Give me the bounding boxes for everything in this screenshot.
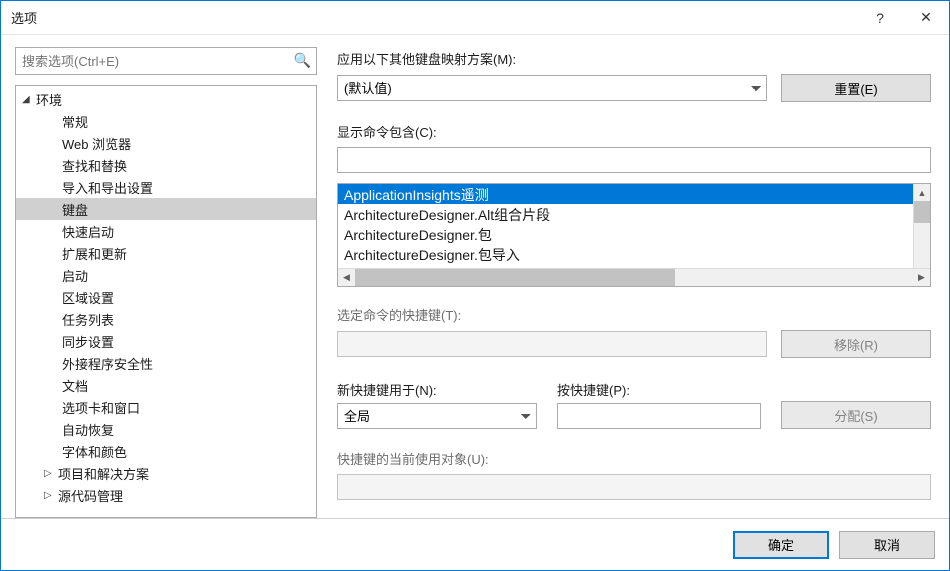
category-tree[interactable]: ◢环境常规Web 浏览器查找和替换导入和导出设置键盘快速启动扩展和更新启动区域设…: [15, 85, 317, 518]
tree-node[interactable]: ▷源代码管理: [16, 484, 316, 506]
current-use-select: [337, 474, 931, 500]
ok-button[interactable]: 确定: [733, 531, 829, 559]
new-shortcut-label: 新快捷键用于(N):: [337, 380, 537, 399]
tree-node[interactable]: 任务列表: [16, 308, 316, 330]
cancel-button[interactable]: 取消: [839, 531, 935, 559]
tree-node[interactable]: 字体和颜色: [16, 440, 316, 462]
tree-node[interactable]: Web 浏览器: [16, 132, 316, 154]
options-dialog: 选项 ? ✕ 🔍 ◢环境常规Web 浏览器查找和替换导入和导出设置键盘快速启动扩…: [0, 0, 950, 571]
tree-label: 字体和颜色: [62, 442, 127, 461]
tree-label: 快速启动: [62, 222, 114, 241]
tree-label: 文档: [62, 376, 88, 395]
tree-node[interactable]: 外接程序安全性: [16, 352, 316, 374]
tree-node[interactable]: 同步设置: [16, 330, 316, 352]
tree-label: 源代码管理: [58, 486, 123, 505]
tree-label: 自动恢复: [62, 420, 114, 439]
help-icon[interactable]: ?: [857, 1, 903, 35]
window-title: 选项: [11, 8, 857, 27]
tree-node[interactable]: 文档: [16, 374, 316, 396]
selected-shortcut-label: 选定命令的快捷键(T):: [337, 305, 931, 324]
tree-label: 环境: [36, 90, 62, 109]
tree-node[interactable]: 快速启动: [16, 220, 316, 242]
tree-node[interactable]: 选项卡和窗口: [16, 396, 316, 418]
tree-label: 同步设置: [62, 332, 114, 351]
list-scrollbar-h[interactable]: ◀ ▶: [338, 268, 930, 286]
press-key-input[interactable]: [557, 403, 761, 429]
mapping-select[interactable]: (默认值): [337, 75, 767, 101]
tree-node[interactable]: 查找和替换: [16, 154, 316, 176]
list-scrollbar-v[interactable]: ▲: [913, 184, 930, 268]
tree-label: Web 浏览器: [62, 134, 131, 153]
scroll-thumb-h[interactable]: [355, 269, 675, 286]
scroll-left-icon[interactable]: ◀: [338, 272, 355, 283]
tree-node[interactable]: 自动恢复: [16, 418, 316, 440]
tree-label: 常规: [62, 112, 88, 131]
tree-node[interactable]: 常规: [16, 110, 316, 132]
search-input[interactable]: [15, 47, 317, 75]
reset-button[interactable]: 重置(E): [781, 74, 931, 102]
tree-label: 任务列表: [62, 310, 114, 329]
tree-node[interactable]: 键盘: [16, 198, 316, 220]
tree-label: 外接程序安全性: [62, 354, 153, 373]
scroll-right-icon[interactable]: ▶: [913, 272, 930, 283]
titlebar: 选项 ? ✕: [1, 1, 949, 35]
dialog-footer: 确定 取消: [1, 518, 949, 570]
mapping-label: 应用以下其他键盘映射方案(M):: [337, 49, 931, 68]
list-item[interactable]: ArchitectureDesigner.包: [338, 224, 930, 244]
tree-label: 项目和解决方案: [58, 464, 149, 483]
new-shortcut-scope[interactable]: 全局: [337, 403, 537, 429]
tree-node[interactable]: 导入和导出设置: [16, 176, 316, 198]
chevron-down-icon: ◢: [22, 94, 36, 105]
list-item[interactable]: ArchitectureDesigner.Alt组合片段: [338, 204, 930, 224]
show-commands-label: 显示命令包含(C):: [337, 122, 931, 141]
tree-label: 区域设置: [62, 288, 114, 307]
tree-label: 选项卡和窗口: [62, 398, 140, 417]
selected-shortcut-select: [337, 331, 767, 357]
tree-label: 查找和替换: [62, 156, 127, 175]
tree-label: 扩展和更新: [62, 244, 127, 263]
scroll-up-icon[interactable]: ▲: [914, 184, 930, 201]
tree-label: 导入和导出设置: [62, 178, 153, 197]
scroll-thumb-v[interactable]: [914, 201, 930, 223]
tree-node[interactable]: 扩展和更新: [16, 242, 316, 264]
tree-node[interactable]: ▷项目和解决方案: [16, 462, 316, 484]
current-use-label: 快捷键的当前使用对象(U):: [337, 449, 931, 468]
press-key-label: 按快捷键(P):: [557, 380, 761, 399]
remove-button: 移除(R): [781, 330, 931, 358]
list-item[interactable]: ApplicationInsights遥测: [338, 184, 930, 204]
chevron-right-icon: ▷: [44, 468, 58, 479]
assign-button: 分配(S): [781, 401, 931, 429]
tree-node[interactable]: 区域设置: [16, 286, 316, 308]
list-item[interactable]: ArchitectureDesigner.包导入: [338, 244, 930, 264]
command-list[interactable]: ApplicationInsights遥测ArchitectureDesigne…: [337, 183, 931, 287]
tree-label: 键盘: [62, 200, 88, 219]
tree-node[interactable]: 启动: [16, 264, 316, 286]
show-commands-input[interactable]: [337, 147, 931, 173]
tree-label: 启动: [62, 266, 88, 285]
close-icon[interactable]: ✕: [903, 1, 949, 35]
chevron-right-icon: ▷: [44, 490, 58, 501]
tree-node-environment[interactable]: ◢环境: [16, 88, 316, 110]
